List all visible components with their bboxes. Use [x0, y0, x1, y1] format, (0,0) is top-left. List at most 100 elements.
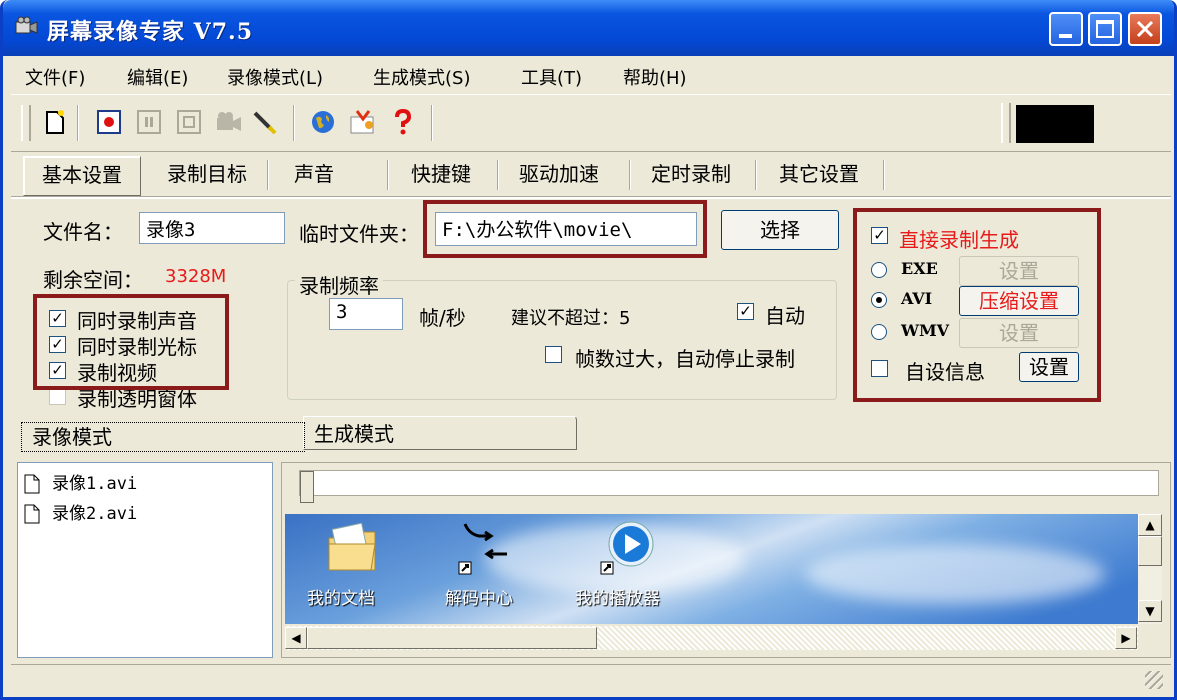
highlight-frame-temp-folder — [423, 200, 707, 258]
camera-icon[interactable] — [215, 107, 243, 137]
tab-separator — [387, 160, 389, 190]
tab-separator — [497, 160, 499, 190]
scroll-left-button[interactable]: ◀ — [285, 627, 307, 649]
camera-app-icon — [15, 16, 38, 34]
file-list: 录像1.avi 录像2.avi — [17, 462, 273, 658]
exe-settings-button[interactable]: 设置 — [959, 256, 1079, 286]
tab-record-target[interactable]: 录制目标 — [155, 156, 259, 194]
tab-label: 生成模式 — [314, 422, 394, 446]
app-window: 屏幕录像专家 V7.5 文件(F) 编辑(E) 录像模式(L) 生成模式(S) … — [0, 0, 1177, 700]
filename-input[interactable]: 录像3 — [139, 212, 285, 244]
custom-info-button[interactable]: 设置 — [1019, 352, 1079, 382]
stop-icon[interactable] — [175, 107, 203, 137]
minimize-button[interactable] — [1049, 12, 1083, 46]
tab-generate-mode[interactable]: 生成模式 — [303, 416, 577, 450]
pen-icon[interactable] — [251, 107, 279, 137]
tab-label: 录像模式 — [32, 425, 112, 449]
menu-edit[interactable]: 编辑(E) — [127, 64, 188, 90]
decoder-center-label: 解码中心 — [445, 589, 513, 609]
list-item[interactable]: 录像1.avi — [24, 469, 137, 494]
format-wmv-radio[interactable] — [871, 324, 887, 340]
tab-scheduled-record[interactable]: 定时录制 — [639, 156, 743, 194]
window-title: 屏幕录像专家 V7.5 — [47, 19, 254, 45]
auto-stop-checkbox[interactable] — [545, 346, 562, 363]
scroll-down-button[interactable]: ▼ — [1138, 600, 1162, 622]
menu-record-mode[interactable]: 录像模式(L) — [227, 64, 323, 90]
scroll-thumb[interactable] — [1138, 536, 1162, 566]
toolbar — [11, 94, 1171, 152]
toolbar-grip[interactable] — [1001, 103, 1011, 143]
record-icon[interactable] — [95, 107, 123, 137]
format-exe-radio[interactable] — [871, 262, 887, 278]
tab-separator — [883, 160, 885, 190]
scroll-right-button[interactable]: ▶ — [1115, 627, 1137, 649]
tab-separator — [755, 160, 757, 190]
close-button[interactable] — [1128, 12, 1162, 46]
tab-separator — [267, 160, 269, 190]
file-name: 录像1.avi — [52, 474, 138, 494]
close-icon — [1136, 20, 1154, 38]
format-exe-label: EXE — [901, 259, 938, 278]
tab-driver-accel[interactable]: 驱动加速 — [507, 156, 611, 194]
toolbar-separator — [293, 105, 295, 141]
tab-other-settings[interactable]: 其它设置 — [767, 156, 871, 194]
frame-rate-input[interactable]: 3 — [329, 298, 403, 330]
file-name: 录像2.avi — [52, 504, 138, 524]
auto-frame-checkbox[interactable]: ✓ — [737, 303, 754, 320]
pause-icon[interactable] — [135, 107, 163, 137]
toolbar-grip[interactable] — [21, 105, 31, 141]
my-player-icon[interactable] — [597, 518, 657, 582]
cloud-decoration — [805, 544, 1105, 604]
tools-icon[interactable] — [349, 107, 377, 137]
new-file-icon[interactable] — [41, 107, 69, 137]
help-icon[interactable] — [389, 107, 417, 137]
tab-separator — [629, 160, 631, 190]
tab-hotkeys[interactable]: 快捷键 — [399, 156, 483, 194]
choose-folder-button[interactable]: 选择 — [721, 210, 839, 250]
menu-help[interactable]: 帮助(H) — [623, 64, 687, 90]
direct-record-label: 直接录制生成 — [899, 228, 1019, 252]
globe-icon[interactable] — [309, 107, 337, 137]
auto-stop-label: 帧数过大，自动停止录制 — [575, 347, 795, 371]
toolbar-separator — [431, 105, 433, 141]
my-documents-label: 我的文档 — [307, 589, 375, 609]
tab-record-mode[interactable]: 录像模式 — [21, 422, 305, 452]
horizontal-scrollbar[interactable]: ◀ ▶ — [285, 626, 1138, 650]
list-item[interactable]: 录像2.avi — [24, 499, 137, 524]
custom-info-checkbox[interactable] — [871, 360, 888, 377]
tab-label: 基本设置 — [42, 163, 122, 187]
tab-basic-settings[interactable]: 基本设置 — [23, 156, 141, 196]
wmv-settings-button[interactable]: 设置 — [959, 318, 1079, 348]
file-icon — [24, 474, 40, 494]
menu-generate-mode[interactable]: 生成模式(S) — [373, 64, 470, 90]
temp-folder-label: 临时文件夹： — [299, 222, 419, 246]
tab-divider — [11, 196, 1171, 199]
preview-indicator — [1016, 105, 1094, 143]
format-wmv-label: WMV — [901, 321, 950, 340]
title-bar[interactable]: 屏幕录像专家 V7.5 — [3, 0, 1174, 56]
timeline-slider[interactable] — [299, 470, 1159, 503]
decoder-center-icon[interactable] — [455, 518, 515, 582]
menu-tools[interactable]: 工具(T) — [521, 64, 582, 90]
compression-settings-button[interactable]: 压缩设置 — [959, 286, 1079, 316]
format-avi-radio[interactable] — [871, 292, 887, 308]
tab-sound[interactable]: 声音 — [279, 156, 349, 194]
direct-record-checkbox[interactable]: ✓ — [871, 227, 888, 244]
my-documents-icon[interactable] — [325, 518, 381, 582]
record-transparent-checkbox[interactable] — [49, 388, 66, 405]
maximize-button[interactable] — [1088, 12, 1122, 46]
menu-bar: 文件(F) 编辑(E) 录像模式(L) 生成模式(S) 工具(T) 帮助(H) — [11, 58, 1171, 92]
file-icon — [24, 504, 40, 524]
menu-file[interactable]: 文件(F) — [25, 64, 85, 90]
resize-grip[interactable] — [1145, 671, 1163, 689]
scroll-up-button[interactable]: ▲ — [1138, 514, 1162, 536]
free-space-value: 3328M — [165, 266, 227, 287]
scroll-thumb[interactable] — [307, 627, 597, 649]
frame-rate-unit: 帧/秒 — [419, 306, 466, 330]
status-bar — [11, 664, 1171, 695]
timeline-thumb[interactable] — [300, 471, 314, 503]
free-space-label: 剩余空间： — [43, 268, 143, 292]
vertical-scrollbar[interactable]: ▲ ▼ — [1138, 514, 1162, 624]
my-player-label: 我的播放器 — [575, 589, 660, 609]
auto-frame-label: 自动 — [765, 304, 805, 328]
